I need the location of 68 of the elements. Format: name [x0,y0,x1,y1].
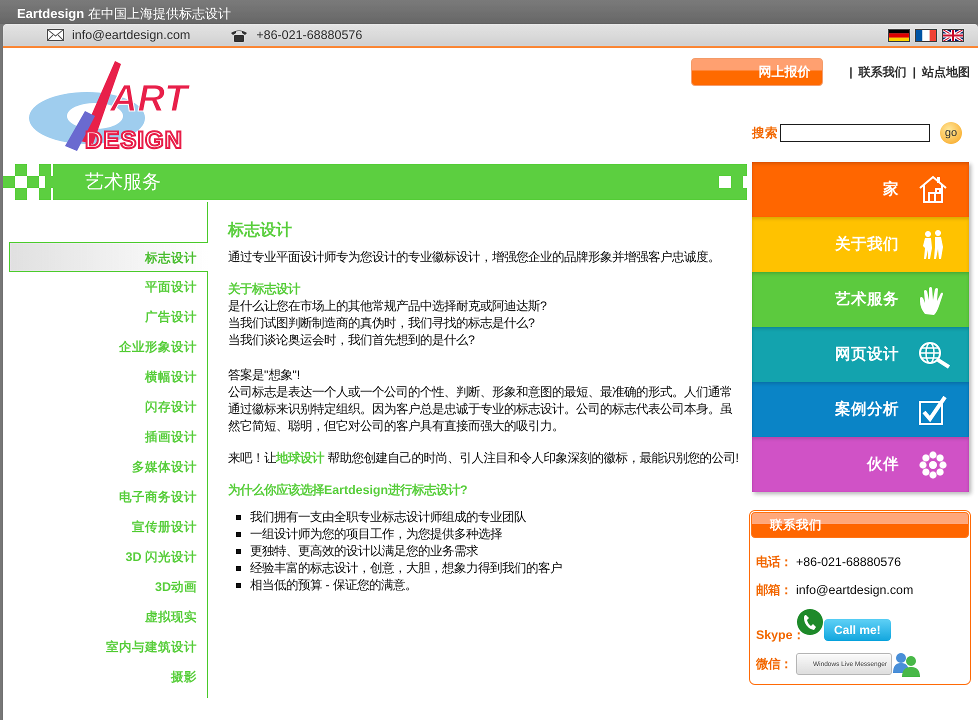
list-item: 相当低的预算 - 保证您的满意。 [250,577,418,594]
article-paragraph: 通过专业平面设计师专为您设计的专业徽标设计，增强您企业的品牌形象并增强客户忠诚度。 [228,249,721,266]
mail-icon [47,29,64,41]
sidebar-item[interactable]: 室内与建筑设计 [9,632,207,662]
sidebar-item[interactable]: 广告设计 [9,302,207,332]
article-line: 当我们试图判断制造商的真伪时，我们寻找的标志是什么? [228,315,536,332]
link[interactable]: 地球设计 [276,451,324,465]
flag-icon[interactable] [942,28,964,42]
flag-icon[interactable] [888,28,910,42]
article-line: 当我们谈论奥运会时，我们首先想到的是什么? [228,332,476,349]
section-title-bar: 艺术服务 [53,164,743,200]
online-quote-button[interactable]: 网上报价 [691,58,824,86]
phone-bubble-icon [796,608,824,638]
call-me-button[interactable]: Call me! [824,619,891,641]
list-item: 一组设计师为您的项目工作，为您提供多种选择 [250,526,502,543]
article-subheading: 关于标志设计 [228,281,302,298]
nav-tile[interactable]: 关于我们 [752,217,969,272]
nav-tile[interactable]: 网页设计 [752,327,969,382]
list-item: 更独特、更高效的设计以满足您的业务需求 [250,543,478,560]
go-button[interactable]: go [940,122,962,144]
sidebar-item[interactable]: 虚拟现实 [9,602,207,632]
separator-text: | [849,65,853,79]
sidebar-item[interactable]: 宣传册设计 [9,512,207,542]
bullet-icon [236,515,241,520]
contact-value: +86-021-68880576 [796,555,902,569]
sidebar-item[interactable]: 横幅设计 [9,362,207,392]
article-line: 是什么让您在市场上的其他常规产品中选择耐克或阿迪达斯? [228,298,548,315]
sidebar-item[interactable]: 多媒体设计 [9,452,207,482]
nav-link[interactable]: 联系我们 [858,64,907,80]
sidebar-item[interactable]: 3D 闪光设计 [9,542,207,572]
people-icon [892,651,920,677]
sidebar-item[interactable]: 标志设计 [9,242,208,272]
sidebar-item[interactable]: 摄影 [9,662,207,692]
bullet-icon [236,566,241,571]
contact-label: 邮箱： [756,582,793,598]
nav-tile[interactable]: 艺术服务 [752,272,969,327]
article-heading: 标志设计 [228,222,293,239]
article-paragraph: 公司标志是表达一个人或一个公司的个性、判断、形象和意图的最短、最准确的形式。人们通常通过徽标来识别特定组织。因为客户总是忠诚于专业的标志设计。公司的标志代表公司本身。虽然它简短、聪明，但它对公司的客户具有直接而强大的吸引力。 [228,384,734,435]
flag-icon[interactable] [915,28,937,42]
separator-text: | [912,65,916,79]
phone-text: +86-021-68880576 [256,28,362,42]
nav-tile[interactable]: 案例分析 [752,382,969,437]
bullet-icon [236,583,241,588]
sidebar-item[interactable]: 企业形象设计 [9,332,207,362]
contact-label: 微信： [756,656,793,672]
sidebar-item[interactable]: 插画设计 [9,422,207,452]
nav-tile[interactable]: 家 [752,162,969,217]
list-item: 我们拥有一支由全职专业标志设计师组成的专业团队 [250,509,526,526]
bullet-icon [236,549,241,554]
sidebar-item[interactable]: 平面设计 [9,272,207,302]
contact-value: info@eartdesign.com [796,583,914,597]
sidebar-item[interactable]: 电子商务设计 [9,482,207,512]
contact-title-bar: 联系我们 [751,512,969,538]
search-label: 搜索 [752,124,778,142]
nav-tile[interactable]: 伙伴 [752,437,969,492]
sidebar-item[interactable]: 3D动画 [9,572,207,602]
article-line: 答案是"想象"! [228,367,302,384]
email-text: info@eartdesign.com [72,28,190,42]
bullet-icon [236,532,241,537]
article-paragraph: 来吧！让地球设计 帮助您创建自己的时尚、引人注目和令人印象深刻的徽标，最能识别您的公司! [228,450,740,467]
window-title: Eartdesign 在中国上海提供标志设计 [16,5,232,23]
contact-label: 电话： [756,554,793,570]
search-field[interactable] [780,124,930,142]
list-item: 经验丰富的标志设计，创意，大胆，想象力得到我们的客户 [250,560,562,577]
telephone-icon [230,28,248,42]
article-subheading: 为什么你应该选择Eartdesign进行标志设计? [228,482,469,499]
sidebar-item[interactable]: 闪存设计 [9,392,207,422]
nav-link[interactable]: 站点地图 [922,64,970,80]
